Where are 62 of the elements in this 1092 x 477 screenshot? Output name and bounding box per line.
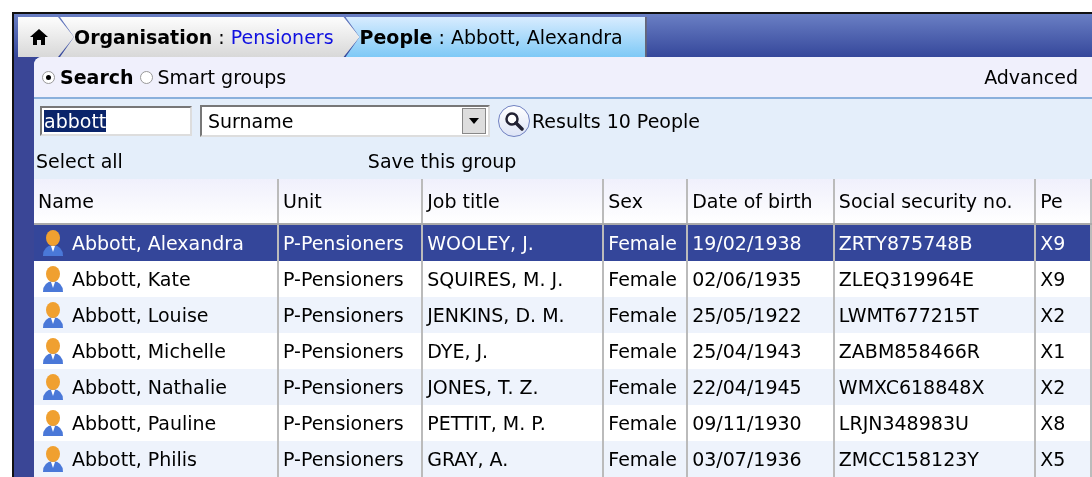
person-icon: [42, 445, 64, 473]
table-cell: JENKINS, D. M.: [422, 297, 604, 333]
person-name: Abbott, Michelle: [72, 340, 226, 362]
column-header[interactable]: Social security no.: [833, 179, 1036, 224]
table-cell: P-Pensioners: [278, 297, 423, 333]
search-button[interactable]: [498, 105, 530, 137]
table-cell: ZMCC158123Y: [833, 441, 1036, 477]
table-cell: WOOLEY, J.: [422, 224, 604, 261]
column-header[interactable]: Pe: [1035, 179, 1091, 224]
table-cell: X9: [1035, 224, 1091, 261]
table-cell: LWMT677215T: [833, 297, 1036, 333]
table-row[interactable]: Abbott, Louise P-Pensioners JENKINS, D. M. Female 25/05/1922 LWMT677215T X2: [34, 297, 1091, 333]
person-icon: [42, 229, 64, 257]
table-cell: Female: [603, 297, 688, 333]
table-cell: Female: [603, 441, 688, 477]
table-row[interactable]: Abbott, Philis P-Pensioners GRAY, A. Female 03/07/1936 ZMCC158123Y X5: [34, 441, 1091, 477]
advanced-link[interactable]: Advanced: [984, 66, 1078, 88]
table-cell: 03/07/1936: [687, 441, 834, 477]
person-name: Abbott, Alexandra: [72, 232, 244, 254]
person-name: Abbott, Nathalie: [72, 376, 227, 398]
radio-label: Search: [60, 66, 134, 88]
breadcrumb-item[interactable]: People : Abbott, Alexandra: [345, 17, 647, 57]
table-cell: X5: [1035, 441, 1091, 477]
column-header[interactable]: Date of birth: [687, 179, 834, 224]
table-row[interactable]: Abbott, Alexandra P-Pensioners WOOLEY, J. Female 19/02/1938 ZRTY875748B X9: [34, 224, 1091, 261]
save-group-link[interactable]: Save this group: [367, 150, 517, 172]
field-dropdown[interactable]: Surname: [200, 105, 490, 137]
person-icon: [42, 409, 64, 437]
results-count: Results 10 People: [532, 110, 700, 132]
table-cell: WMXC618848X: [833, 369, 1036, 405]
table-cell: ZRTY875748B: [833, 224, 1036, 261]
table-cell: Female: [603, 224, 688, 261]
breadcrumb-item[interactable]: Organisation : Pensioners: [60, 17, 360, 57]
person-name: Abbott, Louise: [72, 304, 209, 326]
select-all-link[interactable]: Select all: [36, 150, 123, 172]
radio-option[interactable]: Search: [42, 66, 134, 88]
column-header[interactable]: Job title: [422, 179, 604, 224]
person-name: Abbott, Kate: [72, 268, 191, 290]
table-row[interactable]: Abbott, Nathalie P-Pensioners JONES, T. Z. Female 22/04/1945 WMXC618848X X2: [34, 369, 1091, 405]
person-icon: [42, 337, 64, 365]
person-icon: [42, 373, 64, 401]
person-icon: [42, 265, 64, 293]
search-field[interactable]: abbott: [40, 106, 192, 136]
table-cell: P-Pensioners: [278, 224, 423, 261]
table-cell: 25/05/1922: [687, 297, 834, 333]
table-cell: P-Pensioners: [278, 369, 423, 405]
person-name: Abbott, Philis: [72, 448, 197, 470]
table-cell: 19/02/1938: [687, 224, 834, 261]
table-cell: Female: [603, 369, 688, 405]
table-cell: GRAY, A.: [422, 441, 604, 477]
search-icon: [504, 111, 524, 131]
table-cell: JONES, T. Z.: [422, 369, 604, 405]
column-header[interactable]: Name: [34, 179, 278, 224]
home-icon: [30, 29, 48, 45]
person-name: Abbott, Pauline: [72, 412, 217, 434]
table-cell: X2: [1035, 297, 1091, 333]
column-header[interactable]: Sex: [603, 179, 688, 224]
table-cell: X2: [1035, 369, 1091, 405]
person-icon: [42, 301, 64, 329]
table-cell: P-Pensioners: [278, 441, 423, 477]
column-header[interactable]: Unit: [278, 179, 423, 224]
table-cell: 22/04/1945: [687, 369, 834, 405]
